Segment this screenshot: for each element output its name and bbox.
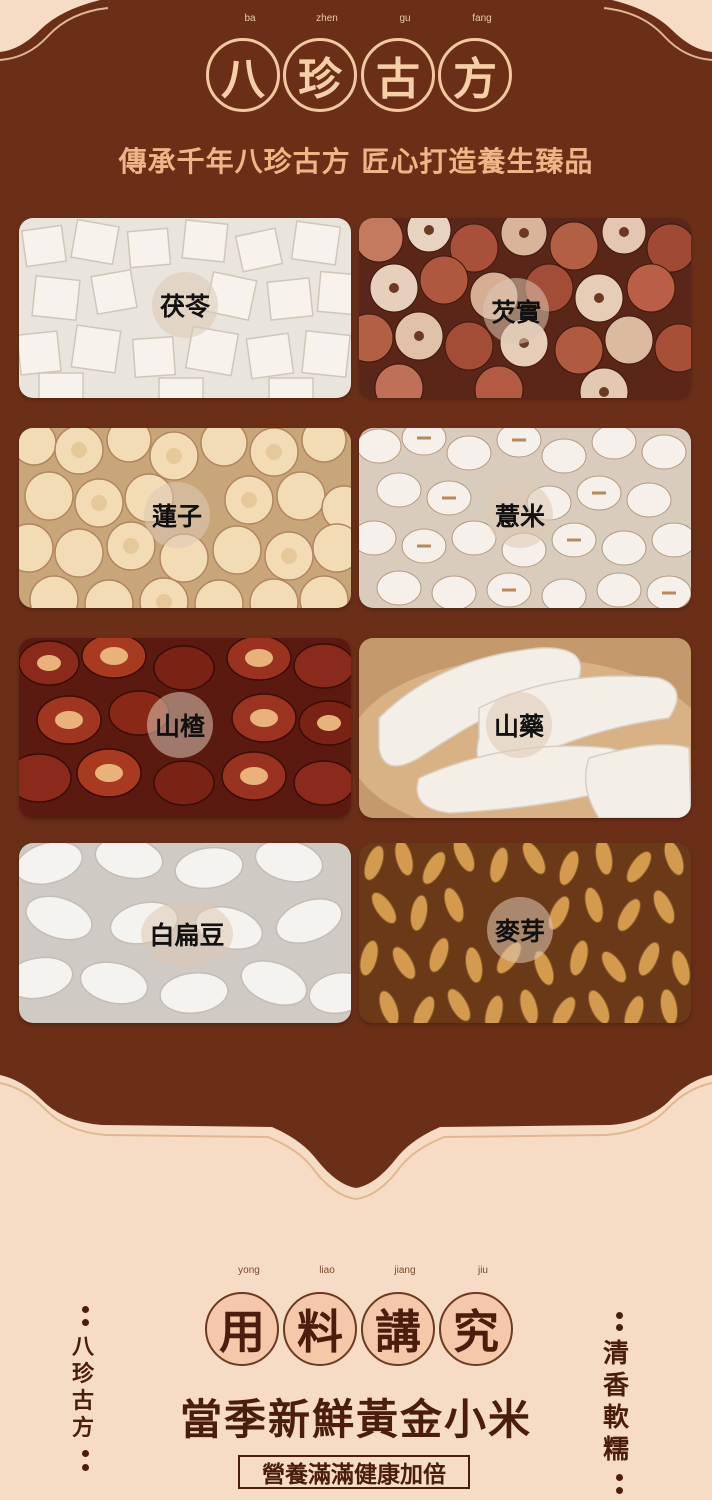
- ingredient-tile-yimi: 薏米: [359, 428, 691, 608]
- subtitle: 傳承千年八珍古方 匠心打造養生臻品: [118, 145, 594, 178]
- left-dot-top: [82, 1306, 89, 1313]
- ingredient-label-baibiandou: 白扁豆: [141, 901, 233, 967]
- pinyin-ba: ba: [244, 13, 256, 24]
- ingredient-tile-fuling: 茯苓: [19, 218, 351, 398]
- ingredient-label-shanyao: 山藥: [486, 692, 552, 758]
- right-dot-top: [616, 1312, 623, 1319]
- right-vertical-char-1: 清: [603, 1339, 630, 1369]
- ingredient-tile-qianshi: 芡實: [359, 218, 691, 398]
- title-char-3: 古: [361, 38, 435, 112]
- section2-title-char-1: 用: [205, 1292, 279, 1366]
- section2-title-char-2: 料: [283, 1292, 357, 1366]
- right-vertical-text: 清 香 軟 糯: [603, 1338, 629, 1466]
- right-vertical-char-3: 軟: [603, 1403, 630, 1433]
- left-vertical-char-1: 八: [72, 1334, 95, 1360]
- left-vertical-char-2: 珍: [72, 1361, 95, 1387]
- ingredient-label-yimi: 薏米: [487, 482, 553, 548]
- ingredient-label-qianshi: 芡實: [483, 278, 549, 344]
- pinyin-jiang: jiang: [394, 1265, 416, 1276]
- ingredient-label-lianzi: 蓮子: [144, 482, 210, 548]
- title-char-4: 方: [438, 38, 512, 112]
- right-dot-bottom: [616, 1474, 623, 1481]
- section2-title-char-3: 講: [361, 1292, 435, 1366]
- right-dot-top-2: [616, 1324, 623, 1331]
- pinyin-jiu: jiu: [477, 1265, 488, 1276]
- pinyin-yong: yong: [238, 1265, 260, 1276]
- ingredient-label-shanzha: 山楂: [147, 692, 213, 758]
- pinyin-liao: liao: [319, 1265, 335, 1276]
- left-vertical-char-3: 古: [72, 1388, 95, 1414]
- ingredient-tile-shanzha: 山楂: [19, 638, 351, 818]
- title-char-1: 八: [206, 38, 280, 112]
- ingredient-tile-lianzi: 蓮子: [19, 428, 351, 608]
- ingredient-label-maiya: 麥芽: [487, 897, 553, 963]
- left-vertical-char-4: 方: [72, 1415, 95, 1441]
- ingredient-tile-baibiandou: 白扁豆: [19, 843, 351, 1023]
- left-dot-bottom-2: [82, 1464, 89, 1471]
- ingredient-label-fuling: 茯苓: [152, 272, 218, 338]
- left-dot-bottom: [82, 1450, 89, 1457]
- right-vertical-char-4: 糯: [603, 1435, 630, 1465]
- section2-title-char-4: 究: [439, 1292, 513, 1366]
- pinyin-gu: gu: [399, 13, 411, 24]
- section2-boxed-text: 營養滿滿健康加倍: [238, 1455, 470, 1489]
- pinyin-fang: fang: [472, 13, 492, 24]
- pinyin-zhen: zhen: [316, 13, 338, 24]
- title-char-2: 珍: [283, 38, 357, 112]
- left-vertical-text: 八 珍 古 方: [72, 1334, 94, 1442]
- ingredient-tile-maiya: 麥芽: [359, 843, 691, 1023]
- right-dot-bottom-2: [616, 1487, 623, 1494]
- ingredient-tile-shanyao: 山藥: [359, 638, 691, 818]
- left-dot-top-2: [82, 1319, 89, 1326]
- right-vertical-char-2: 香: [603, 1371, 630, 1401]
